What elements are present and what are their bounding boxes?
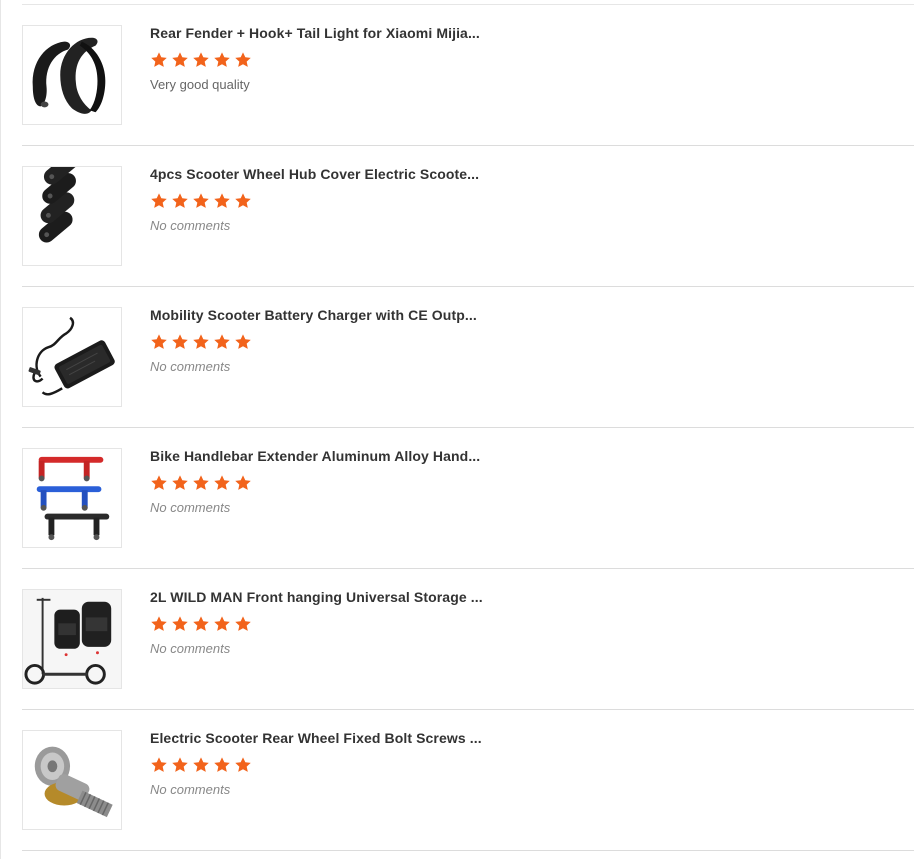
star-icon: [151, 334, 167, 349]
hub-cover-image[interactable]: [22, 166, 122, 266]
product-title[interactable]: 2L WILD MAN Front hanging Universal Stor…: [150, 588, 510, 606]
star-icon: [172, 52, 188, 67]
star-icon: [235, 757, 251, 772]
review-row: Electric Scooter Rear Wheel Fixed Bolt S…: [22, 710, 914, 851]
review-comment: No comments: [150, 359, 231, 374]
product-title[interactable]: Rear Fender + Hook+ Tail Light for Xiaom…: [150, 24, 510, 42]
review-comment: No comments: [150, 641, 231, 656]
review-row: Bike Handlebar Extender Aluminum Alloy H…: [22, 428, 914, 569]
review-list: Rear Fender + Hook+ Tail Light for Xiaom…: [22, 5, 914, 851]
star-icon: [235, 193, 251, 208]
review-comment: No comments: [150, 782, 231, 797]
review-row: 4pcs Scooter Wheel Hub Cover Electric Sc…: [22, 146, 914, 287]
review-row: 2L WILD MAN Front hanging Universal Stor…: [22, 569, 914, 710]
review-row: Mobility Scooter Battery Charger with CE…: [22, 287, 914, 428]
star-icon: [151, 616, 167, 631]
star-icon: [172, 475, 188, 490]
star-icon: [193, 334, 209, 349]
product-title[interactable]: Electric Scooter Rear Wheel Fixed Bolt S…: [150, 729, 510, 747]
star-icon: [151, 193, 167, 208]
left-frame-border: [0, 0, 1, 859]
star-rating: [150, 615, 510, 635]
star-icon: [235, 334, 251, 349]
star-icon: [193, 616, 209, 631]
star-rating: [150, 333, 510, 353]
star-icon: [214, 193, 230, 208]
star-icon: [151, 757, 167, 772]
star-rating: [150, 51, 510, 71]
bolt-screw-image[interactable]: [22, 730, 122, 830]
charger-image[interactable]: [22, 307, 122, 407]
fender-image[interactable]: [22, 25, 122, 125]
star-icon: [214, 52, 230, 67]
review-comment: No comments: [150, 218, 231, 233]
star-icon: [193, 757, 209, 772]
star-icon: [172, 334, 188, 349]
review-comment: No comments: [150, 500, 231, 515]
star-icon: [214, 757, 230, 772]
star-icon: [214, 334, 230, 349]
product-title[interactable]: 4pcs Scooter Wheel Hub Cover Electric Sc…: [150, 165, 510, 183]
handlebar-extender-image[interactable]: [22, 448, 122, 548]
star-icon: [235, 616, 251, 631]
star-icon: [193, 193, 209, 208]
star-icon: [172, 757, 188, 772]
star-icon: [193, 475, 209, 490]
star-rating: [150, 474, 510, 494]
product-title[interactable]: Bike Handlebar Extender Aluminum Alloy H…: [150, 447, 510, 465]
review-comment: Very good quality: [150, 77, 250, 92]
star-icon: [172, 193, 188, 208]
star-icon: [214, 616, 230, 631]
star-icon: [235, 52, 251, 67]
star-icon: [193, 52, 209, 67]
star-rating: [150, 756, 510, 776]
star-rating: [150, 192, 510, 212]
star-icon: [214, 475, 230, 490]
star-icon: [172, 616, 188, 631]
review-row: Rear Fender + Hook+ Tail Light for Xiaom…: [22, 5, 914, 146]
product-title[interactable]: Mobility Scooter Battery Charger with CE…: [150, 306, 510, 324]
star-icon: [151, 52, 167, 67]
star-icon: [235, 475, 251, 490]
storage-bag-image[interactable]: [22, 589, 122, 689]
star-icon: [151, 475, 167, 490]
